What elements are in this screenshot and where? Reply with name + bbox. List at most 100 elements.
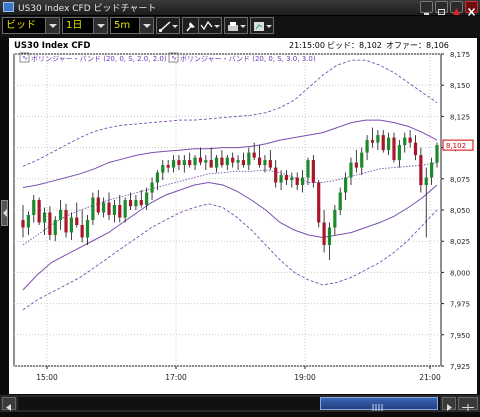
period-value: 1日: [66, 20, 83, 31]
candle-up: [112, 205, 117, 215]
candle-up: [42, 212, 47, 223]
current-price-tag: 8,102: [442, 139, 474, 151]
chevron-down-icon: [139, 18, 153, 33]
candle-down: [37, 200, 41, 223]
candle-up: [343, 177, 348, 193]
candle-up: [91, 197, 95, 220]
time-axis-label: 21:00: [419, 373, 441, 382]
candle-up: [435, 145, 439, 163]
candle-down: [381, 135, 385, 151]
chevron-down-icon: [214, 25, 220, 28]
candle-up: [69, 217, 73, 233]
chevron-down-icon: [45, 18, 59, 33]
side-panel-toggle[interactable]: [1, 200, 8, 226]
scroll-left-button[interactable]: [2, 397, 16, 411]
candle-down: [311, 160, 315, 183]
candle-down: [64, 210, 68, 233]
candle-down: [139, 200, 143, 206]
candle-up: [182, 160, 186, 166]
period-select[interactable]: 1日: [62, 17, 108, 34]
candle-down: [21, 219, 25, 228]
candle-up: [365, 140, 369, 153]
minimize-button[interactable]: [420, 1, 433, 15]
candle-up: [424, 177, 428, 186]
price-chart[interactable]: 8,1758,1508,1258,1008,0758,0508,0258,000…: [9, 38, 477, 394]
indicator-tool-button[interactable]: [198, 17, 222, 34]
price-axis-label: 8,150: [450, 82, 470, 90]
time-axis-label: 19:00: [294, 373, 316, 382]
candle-down: [392, 137, 396, 161]
candle-down: [209, 160, 213, 168]
price-type-select[interactable]: ビッド: [2, 17, 60, 34]
legend-bollinger-2sd[interactable]: ボリンジャー・バンド (20, 0, S, 2.0, 2.0): [31, 55, 167, 63]
candle-up: [161, 165, 165, 173]
price-axis-label: 8,000: [450, 269, 470, 277]
maximize-button[interactable]: [435, 1, 448, 15]
chevron-down-icon: [93, 18, 107, 33]
horizontal-scrollbar[interactable]: [0, 395, 480, 412]
scroll-right-button[interactable]: [442, 397, 456, 411]
chevron-down-icon: [240, 25, 246, 28]
candle-down: [107, 202, 111, 215]
candle-up: [403, 137, 407, 146]
candle-up: [53, 219, 57, 235]
candle-down: [241, 160, 246, 166]
candle-up: [134, 200, 138, 207]
candle-up: [32, 200, 36, 215]
price-axis-label: 7,975: [450, 301, 470, 309]
price-axis-label: 8,175: [450, 51, 470, 59]
price-axis-label: 8,050: [450, 207, 470, 215]
price-axis-label: 8,125: [450, 113, 470, 121]
candle-down: [295, 177, 299, 186]
zoom-button[interactable]: [458, 397, 478, 411]
candle-up: [387, 137, 391, 151]
candle-up: [145, 192, 149, 206]
candle-down: [408, 137, 412, 143]
chart-area[interactable]: 8,1758,1508,1258,1008,0758,0508,0258,000…: [9, 38, 477, 394]
chart-grid: [13, 53, 442, 367]
candle-down: [274, 167, 278, 183]
alert-button[interactable]: [450, 1, 463, 15]
indicator-icon: ∿: [171, 54, 177, 62]
candle-up: [333, 210, 337, 228]
candle-up: [338, 192, 342, 210]
arrow-right-icon: [447, 404, 452, 411]
app-icon: [3, 2, 14, 12]
candle-down: [48, 212, 52, 235]
candle-down: [419, 155, 423, 186]
candle-up: [349, 162, 353, 178]
scroll-thumb[interactable]: [320, 397, 438, 411]
trendline-tool-button[interactable]: [156, 17, 180, 34]
save-chart-button[interactable]: [224, 17, 248, 34]
candle-up: [376, 135, 380, 143]
legend-bollinger-3sd[interactable]: ボリンジャー・バンド (20, 0, S, 3.0, 3.0): [180, 55, 316, 63]
candle-down: [370, 140, 375, 143]
candle-up: [263, 160, 267, 166]
candle-down: [188, 160, 192, 166]
time-axis-label: 17:00: [165, 373, 187, 382]
candle-up: [430, 162, 434, 178]
export-button[interactable]: [250, 17, 274, 34]
current-price-label: 8,102: [446, 142, 466, 150]
candle-down: [322, 222, 326, 245]
timeframe-select[interactable]: 5m: [110, 17, 154, 34]
bid-price: ビッド：8,102: [327, 41, 382, 50]
candle-up: [102, 202, 106, 213]
candle-down: [257, 157, 262, 166]
candle-up: [155, 172, 160, 183]
price-axis-label: 8,075: [450, 176, 470, 184]
candle-up: [193, 157, 197, 166]
candle-up: [59, 210, 63, 220]
candle-up: [290, 177, 294, 181]
time-axis: 15:00 17:00 19:00 21:00: [36, 366, 441, 382]
price-axis-label: 8,025: [450, 238, 470, 246]
candle-down: [198, 157, 203, 163]
candle-down: [231, 157, 235, 163]
timeframe-value: 5m: [114, 20, 131, 31]
arrow-left-icon: [6, 404, 11, 411]
candle-up: [123, 200, 127, 218]
close-button[interactable]: [465, 1, 478, 16]
candle-up: [225, 157, 229, 166]
candle-down: [166, 165, 170, 168]
candle-down: [80, 224, 84, 238]
